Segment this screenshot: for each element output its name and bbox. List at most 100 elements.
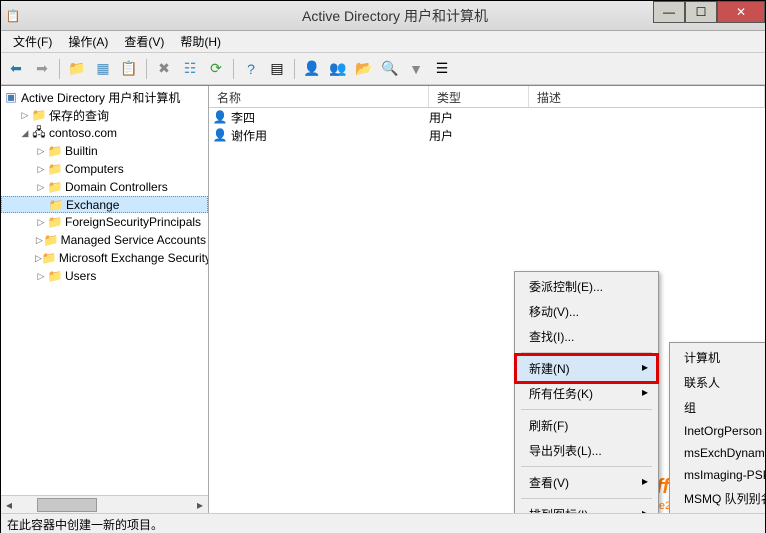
filter-icon[interactable]: ▼	[405, 58, 427, 80]
tree-label: ForeignSecurityPrincipals	[65, 215, 201, 229]
row-type: 用户	[429, 127, 529, 144]
cm-new-msexch[interactable]: msExchDynamicDistributionList	[672, 442, 765, 464]
app-icon: 📋	[1, 9, 25, 23]
row-type: 用户	[429, 109, 529, 126]
expander-icon[interactable]: ▷	[35, 182, 47, 193]
cm-new-msimaging[interactable]: msImaging-PSPs	[672, 464, 765, 486]
folder-icon: 📁	[47, 144, 63, 158]
maximize-button[interactable]: ☐	[685, 1, 717, 23]
tree-label: 保存的查询	[49, 107, 109, 124]
domain-icon: 🖧	[31, 123, 47, 144]
cm-new-inetorg[interactable]: InetOrgPerson	[672, 420, 765, 442]
separator	[59, 59, 60, 79]
separator	[294, 59, 295, 79]
group-add-icon[interactable]: 👥	[327, 58, 349, 80]
properties-icon[interactable]: ☷	[179, 58, 201, 80]
list-row[interactable]: 👤 李四 用户	[209, 108, 765, 126]
row-name: 李四	[229, 109, 429, 126]
clipboard-icon[interactable]: 📋	[118, 58, 140, 80]
scroll-thumb[interactable]	[37, 498, 97, 512]
cm-arrange[interactable]: 排列图标(I)	[517, 502, 656, 513]
expander-icon[interactable]: ▷	[35, 253, 42, 264]
column-type[interactable]: 类型	[429, 86, 529, 107]
tree-label: Managed Service Accounts	[61, 233, 206, 247]
tree-exchange[interactable]: 📁 Exchange	[1, 196, 208, 213]
column-name[interactable]: 名称	[209, 86, 429, 107]
cm-move[interactable]: 移动(V)...	[517, 299, 656, 324]
separator	[521, 498, 652, 499]
cm-refresh[interactable]: 刷新(F)	[517, 413, 656, 438]
tree-label: Microsoft Exchange Security	[59, 251, 209, 265]
folder-icon: 📁	[47, 180, 63, 194]
separator	[146, 59, 147, 79]
separator	[233, 59, 234, 79]
delete-icon[interactable]: ✖	[153, 58, 175, 80]
tree-builtin[interactable]: ▷ 📁 Builtin	[1, 142, 208, 160]
ou-add-icon[interactable]: 📂	[353, 58, 375, 80]
expander-icon[interactable]: ◢	[19, 128, 31, 139]
user-add-icon[interactable]: 👤	[301, 58, 323, 80]
menubar: 文件(F) 操作(A) 查看(V) 帮助(H)	[1, 31, 765, 53]
cm-new-ou[interactable]: 组织单位	[672, 511, 765, 513]
folder-icon: 📁	[47, 162, 63, 176]
expander-icon[interactable]: ▷	[35, 271, 47, 282]
tree-label: Users	[65, 269, 96, 283]
forward-icon[interactable]: ➡	[31, 58, 53, 80]
back-icon[interactable]: ⬅	[5, 58, 27, 80]
show-hide-icon[interactable]: ▦	[92, 58, 114, 80]
menu-action[interactable]: 操作(A)	[60, 31, 116, 52]
cm-all-tasks[interactable]: 所有任务(K)	[517, 381, 656, 406]
menu-help[interactable]: 帮助(H)	[172, 31, 229, 52]
up-icon[interactable]: 📁	[66, 58, 88, 80]
tree-label: Exchange	[66, 198, 119, 212]
scroll-left-icon[interactable]: ◂	[1, 498, 17, 512]
expander-icon[interactable]: ▷	[35, 235, 44, 246]
menu-view[interactable]: 查看(V)	[116, 31, 172, 52]
column-desc[interactable]: 描述	[529, 86, 765, 107]
tree-fsp[interactable]: ▷ 📁 ForeignSecurityPrincipals	[1, 213, 208, 231]
minimize-button[interactable]: —	[653, 1, 685, 23]
titlebar: 📋 Active Directory 用户和计算机 — ☐ ✕	[1, 1, 765, 31]
tree-users[interactable]: ▷ 📁 Users	[1, 267, 208, 285]
tree-saved-queries[interactable]: ▷ 📁 保存的查询	[1, 106, 208, 124]
horizontal-scrollbar[interactable]: ◂ ▸	[1, 495, 208, 513]
container-icon[interactable]: ▤	[266, 58, 288, 80]
separator	[521, 466, 652, 467]
folder-icon: 📁	[42, 251, 57, 265]
expander-icon[interactable]: ▷	[35, 146, 47, 157]
scroll-right-icon[interactable]: ▸	[192, 498, 208, 512]
tree-computers[interactable]: ▷ 📁 Computers	[1, 160, 208, 178]
cm-new[interactable]: 新建(N)	[514, 353, 659, 384]
user-icon: 👤	[211, 110, 229, 124]
expander-icon[interactable]: ▷	[35, 217, 47, 228]
refresh-icon[interactable]: ⟳	[205, 58, 227, 80]
cm-new-group[interactable]: 组	[672, 395, 765, 420]
cm-view[interactable]: 查看(V)	[517, 470, 656, 495]
cm-delegate[interactable]: 委派控制(E)...	[517, 274, 656, 299]
list-row[interactable]: 👤 谢作用 用户	[209, 126, 765, 144]
context-menu: 委派控制(E)... 移动(V)... 查找(I)... 新建(N) 所有任务(…	[514, 271, 659, 513]
menu-file[interactable]: 文件(F)	[5, 31, 60, 52]
tree-mes[interactable]: ▷ 📁 Microsoft Exchange Security	[1, 249, 208, 267]
status-text: 在此容器中创建一新的项目。	[7, 518, 163, 532]
tree-root[interactable]: ▣ Active Directory 用户和计算机	[1, 88, 208, 106]
statusbar: 在此容器中创建一新的项目。	[1, 513, 765, 533]
expander-icon[interactable]: ▷	[19, 110, 31, 121]
expander-icon[interactable]: ▷	[35, 164, 47, 175]
tree-msa[interactable]: ▷ 📁 Managed Service Accounts	[1, 231, 208, 249]
list-icon[interactable]: ☰	[431, 58, 453, 80]
tree-domain-controllers[interactable]: ▷ 📁 Domain Controllers	[1, 178, 208, 196]
find-icon[interactable]: 🔍	[379, 58, 401, 80]
cm-new-contact[interactable]: 联系人	[672, 370, 765, 395]
help-icon[interactable]: ?	[240, 58, 262, 80]
folder-icon: 📁	[47, 269, 63, 283]
main-area: ▣ Active Directory 用户和计算机 ▷ 📁 保存的查询 ◢ 🖧 …	[1, 85, 765, 513]
tree-label: Computers	[65, 162, 124, 176]
close-button[interactable]: ✕	[717, 1, 765, 23]
tree-domain[interactable]: ◢ 🖧 contoso.com	[1, 124, 208, 142]
cm-new-msmq[interactable]: MSMQ 队列别名	[672, 486, 765, 511]
cm-find[interactable]: 查找(I)...	[517, 324, 656, 349]
cm-new-computer[interactable]: 计算机	[672, 345, 765, 370]
cm-export[interactable]: 导出列表(L)...	[517, 438, 656, 463]
tree-label: Builtin	[65, 144, 98, 158]
